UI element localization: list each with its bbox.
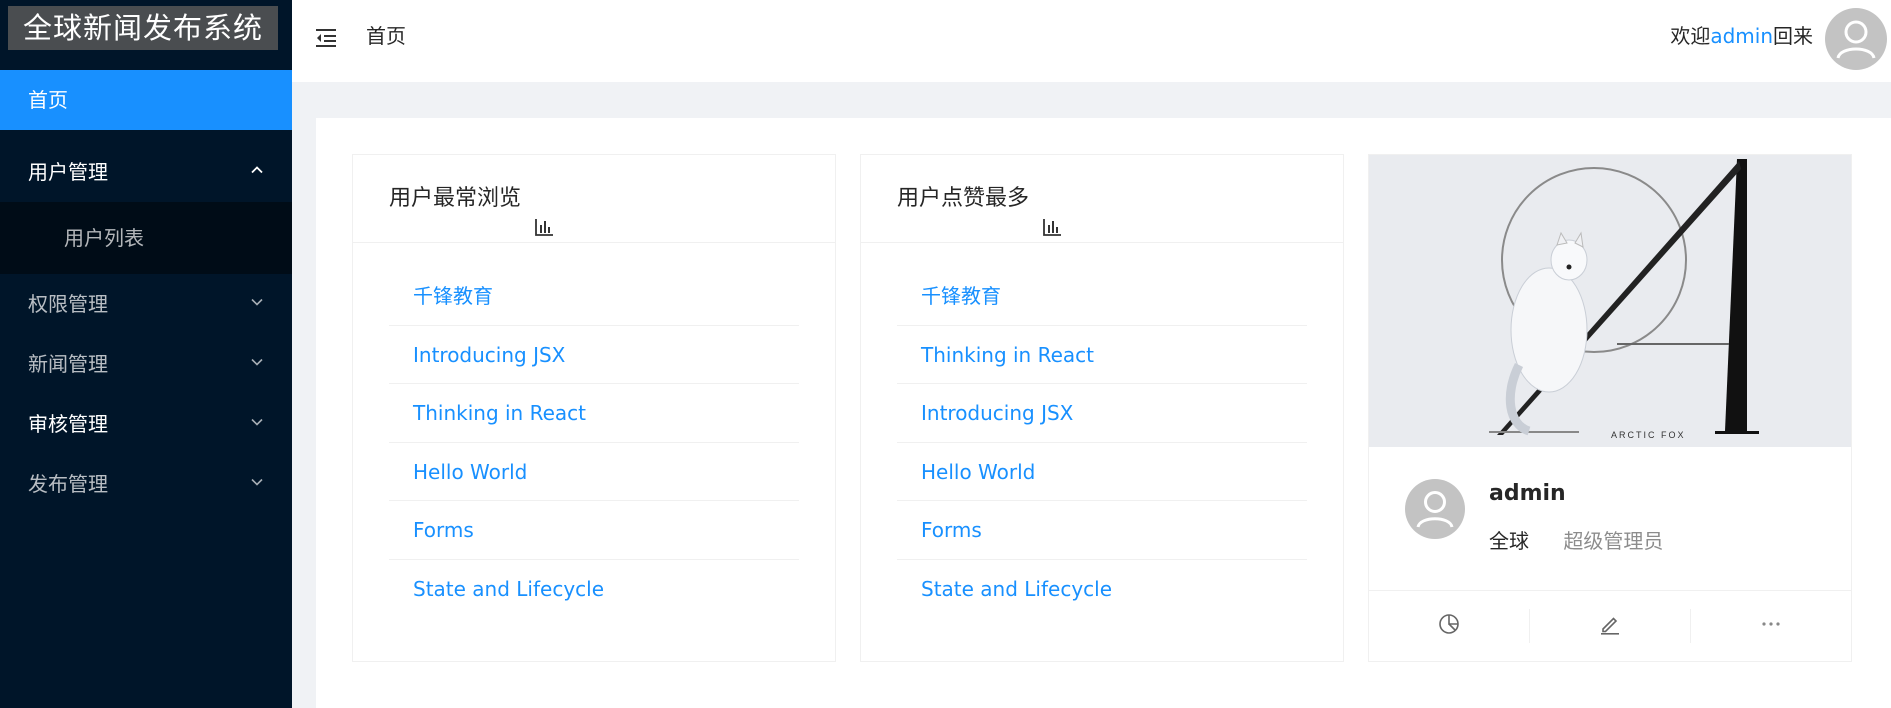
list-item: State and Lifecycle (389, 560, 799, 619)
sidebar-item-publish-management[interactable]: 发布管理 (0, 454, 292, 514)
news-link[interactable]: State and Lifecycle (921, 577, 1112, 601)
list-item: Forms (389, 501, 799, 560)
sidebar-item-user-list[interactable]: 用户列表 (0, 202, 292, 274)
sidebar-item-label: 用户管理 (28, 160, 108, 184)
sidebar-item-label: 新闻管理 (28, 352, 108, 376)
card-title: 用户点赞最多 (861, 155, 1343, 243)
profile-region: 全球 (1489, 529, 1529, 553)
news-link[interactable]: Thinking in React (413, 401, 586, 425)
news-link[interactable]: 千锋教育 (921, 284, 1001, 308)
list-item: Hello World (897, 443, 1307, 501)
chevron-down-icon (250, 334, 264, 394)
profile-description: 全球 超级管理员 (1489, 525, 1663, 554)
profile-username: admin (1489, 481, 1566, 506)
sidebar: 全球新闻发布系统 首页 用户管理 用户列表 权限管理 新闻管理 审核管理 发布管… (0, 0, 292, 708)
sidebar-item-home[interactable]: 首页 (0, 70, 292, 130)
list-item: 千锋教育 (897, 267, 1307, 326)
profile-actions (1369, 591, 1851, 661)
news-link[interactable]: Hello World (413, 460, 527, 484)
edit-icon (1598, 612, 1622, 640)
list-item: Introducing JSX (389, 326, 799, 384)
main-content: 用户最常浏览 千锋教育 Introducing JSX Thinking in … (316, 118, 1891, 708)
most-liked-list: 千锋教育 Thinking in React Introducing JSX H… (861, 243, 1343, 618)
news-link[interactable]: Forms (921, 518, 982, 542)
sidebar-item-audit-management[interactable]: 审核管理 (0, 394, 292, 454)
chevron-up-icon (250, 142, 264, 202)
bar-chart-icon (1042, 187, 1062, 236)
user-icon (1416, 491, 1454, 528)
more-action-button[interactable] (1691, 609, 1851, 643)
list-item: State and Lifecycle (897, 560, 1307, 619)
chevron-down-icon (250, 394, 264, 454)
list-item: Introducing JSX (897, 384, 1307, 443)
chevron-down-icon (250, 454, 264, 514)
sidebar-item-label: 首页 (28, 88, 68, 112)
app-title: 全球新闻发布系统 (8, 6, 278, 50)
welcome-message: 欢迎admin回来 (1670, 20, 1813, 52)
pie-chart-icon (1437, 612, 1461, 640)
profile-meta: admin 全球 超级管理员 (1369, 447, 1851, 591)
user-icon (1836, 20, 1876, 59)
most-viewed-list: 千锋教育 Introducing JSX Thinking in React H… (353, 243, 835, 618)
cover-caption: ARCTIC FOX (1611, 430, 1686, 440)
list-item: Forms (897, 501, 1307, 560)
welcome-suffix: 回来 (1773, 24, 1813, 48)
menu-fold-icon[interactable] (316, 28, 338, 48)
list-item: Thinking in React (389, 384, 799, 443)
user-management-submenu: 用户列表 (0, 202, 292, 274)
news-link[interactable]: Introducing JSX (413, 343, 565, 367)
welcome-username: admin (1710, 24, 1773, 48)
sidebar-item-label: 发布管理 (28, 472, 108, 496)
card-title-text: 用户最常浏览 (389, 186, 522, 211)
news-link[interactable]: State and Lifecycle (413, 577, 604, 601)
news-link[interactable]: 千锋教育 (413, 284, 493, 308)
sidebar-item-user-management[interactable]: 用户管理 (0, 142, 292, 202)
sidebar-menu: 首页 用户管理 用户列表 权限管理 新闻管理 审核管理 发布管理 (0, 70, 292, 514)
stats-action-button[interactable] (1369, 609, 1530, 643)
sidebar-item-permission-management[interactable]: 权限管理 (0, 274, 292, 334)
avatar[interactable] (1825, 8, 1887, 70)
profile-card: ARCTIC FOX admin 全球 超级管理员 (1368, 154, 1852, 662)
profile-role: 超级管理员 (1563, 529, 1664, 553)
ellipsis-icon (1759, 612, 1783, 640)
news-link[interactable]: Hello World (921, 460, 1035, 484)
sidebar-item-news-management[interactable]: 新闻管理 (0, 334, 292, 394)
news-link[interactable]: Introducing JSX (921, 401, 1073, 425)
top-header: 首页 欢迎admin回来 (292, 0, 1891, 82)
arctic-fox-illustration: ARCTIC FOX (1369, 155, 1851, 447)
list-item: Hello World (389, 443, 799, 501)
chevron-down-icon (250, 274, 264, 334)
sidebar-item-label: 审核管理 (28, 412, 108, 436)
bar-chart-icon (534, 187, 554, 236)
sidebar-item-label: 用户列表 (64, 226, 144, 250)
list-item: 千锋教育 (389, 267, 799, 326)
most-viewed-card: 用户最常浏览 千锋教育 Introducing JSX Thinking in … (352, 154, 836, 662)
news-link[interactable]: Forms (413, 518, 474, 542)
sidebar-item-label: 权限管理 (28, 292, 108, 316)
cover-image: ARCTIC FOX (1369, 155, 1851, 447)
card-title-text: 用户点赞最多 (897, 186, 1030, 211)
avatar (1405, 479, 1465, 539)
edit-action-button[interactable] (1530, 609, 1691, 643)
welcome-prefix: 欢迎 (1670, 24, 1711, 48)
list-item: Thinking in React (897, 326, 1307, 384)
breadcrumb: 首页 (366, 24, 406, 48)
news-link[interactable]: Thinking in React (921, 343, 1094, 367)
most-liked-card: 用户点赞最多 千锋教育 Thinking in React Introducin… (860, 154, 1344, 662)
card-title: 用户最常浏览 (353, 155, 835, 243)
